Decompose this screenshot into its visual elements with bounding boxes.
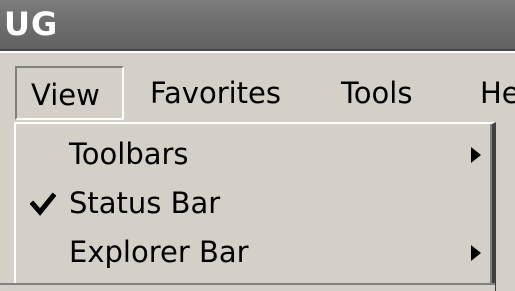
menu-view[interactable]: View bbox=[15, 66, 124, 120]
submenu-arrow-icon bbox=[471, 245, 481, 261]
menu-bottom-edge bbox=[0, 283, 495, 291]
browser-window: UG View Favorites Tools He Toolbars Stat… bbox=[0, 0, 515, 291]
view-menu-dropdown: Toolbars Status Bar Explorer Bar bbox=[14, 122, 496, 291]
menu-bar: View Favorites Tools He bbox=[0, 51, 515, 123]
menu-item-explorer-bar[interactable]: Explorer Bar bbox=[16, 228, 492, 276]
menu-tools[interactable]: Tools bbox=[327, 66, 426, 120]
window-title: UG bbox=[4, 5, 59, 43]
title-bar[interactable]: UG bbox=[0, 0, 515, 51]
menu-help[interactable]: He bbox=[466, 66, 515, 120]
menu-item-toolbars[interactable]: Toolbars bbox=[16, 130, 492, 178]
menu-item-label: Explorer Bar bbox=[69, 235, 249, 269]
submenu-arrow-icon bbox=[471, 147, 481, 163]
menu-item-label: Status Bar bbox=[69, 186, 221, 220]
checkmark-icon bbox=[30, 192, 56, 216]
menu-item-status-bar[interactable]: Status Bar bbox=[16, 179, 492, 227]
menu-favorites[interactable]: Favorites bbox=[136, 66, 295, 120]
menu-item-label: Toolbars bbox=[69, 137, 189, 171]
